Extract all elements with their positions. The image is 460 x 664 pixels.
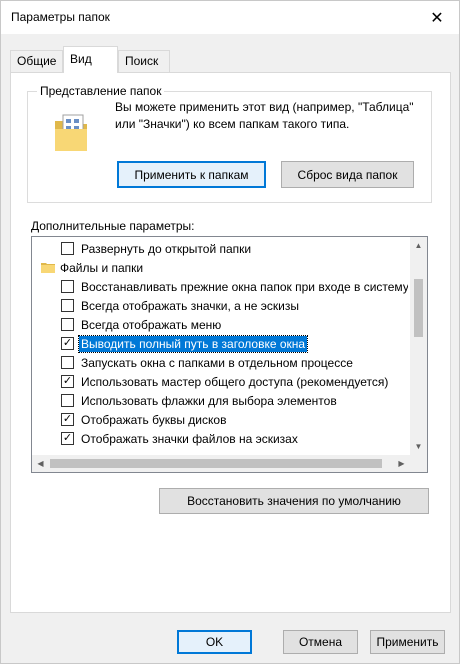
list-item-label: Всегда отображать значки, а не эскизы bbox=[81, 298, 299, 313]
scroll-left-icon[interactable]: ◀ bbox=[32, 455, 49, 472]
list-item[interactable]: Использовать флажки для выбора элементов bbox=[32, 391, 408, 410]
folder-views-description: Вы можете применить этот вид (например, … bbox=[115, 100, 414, 131]
advanced-settings-list[interactable]: Развернуть до открытой папки Файлы и пап… bbox=[31, 236, 428, 473]
cancel-button[interactable]: Отмена bbox=[283, 630, 358, 654]
list-item-label: Выводить полный путь в заголовке окна bbox=[77, 334, 309, 353]
checkbox[interactable] bbox=[61, 280, 74, 293]
list-item[interactable]: ✓ Использовать мастер общего доступа (ре… bbox=[32, 372, 408, 391]
checkbox-checked[interactable]: ✓ bbox=[61, 413, 74, 426]
list-item[interactable]: ✓ Отображать значки файлов на эскизах bbox=[32, 429, 408, 448]
vertical-scroll-thumb[interactable] bbox=[414, 279, 423, 337]
horizontal-scrollbar[interactable]: ◀ ▶ bbox=[32, 455, 410, 472]
checkbox[interactable] bbox=[61, 356, 74, 369]
apply-to-folders-button[interactable]: Применить к папкам bbox=[117, 161, 266, 188]
checkbox[interactable] bbox=[61, 318, 74, 331]
list-item-label: Восстанавливать прежние окна папок при в… bbox=[81, 279, 408, 294]
ok-button[interactable]: OK bbox=[177, 630, 252, 654]
advanced-settings-label: Дополнительные параметры: bbox=[31, 219, 195, 233]
scroll-down-icon[interactable]: ▼ bbox=[410, 438, 427, 455]
list-item-label: Использовать мастер общего доступа (реко… bbox=[81, 374, 389, 389]
group-label: Файлы и папки bbox=[60, 260, 144, 275]
list-item-group: Файлы и папки bbox=[32, 258, 408, 277]
scrollbar-corner bbox=[410, 455, 427, 472]
list-item-label: Всегда отображать меню bbox=[81, 317, 222, 332]
list-item-label: Отображать буквы дисков bbox=[81, 412, 227, 427]
tab-general[interactable]: Общие bbox=[10, 50, 63, 72]
horizontal-scroll-thumb[interactable] bbox=[50, 459, 382, 468]
apply-button[interactable]: Применить bbox=[370, 630, 445, 654]
checkbox[interactable] bbox=[61, 299, 74, 312]
checkbox[interactable] bbox=[61, 394, 74, 407]
list-item-label: Отображать значки файлов на эскизах bbox=[81, 431, 298, 446]
restore-defaults-button[interactable]: Восстановить значения по умолчанию bbox=[159, 488, 429, 514]
list-item[interactable]: ✓ Отображать буквы дисков bbox=[32, 410, 408, 429]
reset-folders-button[interactable]: Сброс вида папок bbox=[281, 161, 414, 188]
folder-options-dialog: Параметры папок ✕ Общие Вид Поиск Предст… bbox=[0, 0, 460, 664]
checkbox-checked[interactable]: ✓ bbox=[61, 432, 74, 445]
folder-views-legend: Представление папок bbox=[37, 84, 165, 98]
list-item-label: Развернуть до открытой папки bbox=[81, 241, 252, 256]
window-title: Параметры папок bbox=[11, 10, 110, 24]
list-item[interactable]: Всегда отображать значки, а не эскизы bbox=[32, 296, 408, 315]
folder-view-icon bbox=[55, 114, 87, 151]
list-item[interactable]: Восстанавливать прежние окна папок при в… bbox=[32, 277, 408, 296]
list-item[interactable]: Развернуть до открытой папки bbox=[32, 239, 408, 258]
checkbox[interactable] bbox=[61, 242, 74, 255]
close-icon[interactable]: ✕ bbox=[415, 1, 459, 34]
list-item-label: Использовать флажки для выбора элементов bbox=[81, 393, 337, 408]
vertical-scrollbar[interactable]: ▲ ▼ bbox=[410, 237, 427, 455]
checkbox-checked[interactable]: ✓ bbox=[61, 337, 74, 350]
list-item-selected[interactable]: ✓ Выводить полный путь в заголовке окна bbox=[32, 334, 408, 353]
scroll-right-icon[interactable]: ▶ bbox=[393, 455, 410, 472]
list-item[interactable]: Всегда отображать меню bbox=[32, 315, 408, 334]
list-item-label: Запускать окна с папками в отдельном про… bbox=[81, 355, 353, 370]
scroll-up-icon[interactable]: ▲ bbox=[410, 237, 427, 254]
folder-icon bbox=[41, 263, 55, 273]
title-bar: Параметры папок ✕ bbox=[1, 1, 459, 34]
tab-view[interactable]: Вид bbox=[63, 46, 118, 73]
tab-search[interactable]: Поиск bbox=[118, 50, 170, 72]
list-item[interactable]: Запускать окна с папками в отдельном про… bbox=[32, 353, 408, 372]
checkbox-checked[interactable]: ✓ bbox=[61, 375, 74, 388]
